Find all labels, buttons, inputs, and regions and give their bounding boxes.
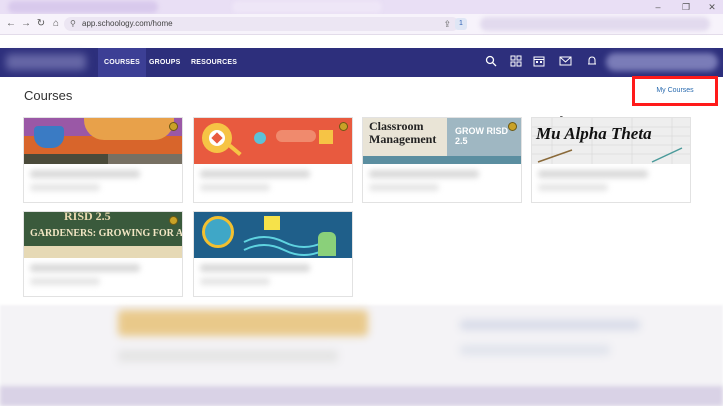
nav-courses[interactable]: COURSES <box>98 48 147 77</box>
hand-icon <box>318 232 336 256</box>
nav-resources[interactable]: RESOURCES <box>185 48 243 77</box>
course-banner: RISD 2.5 GARDENERS: GROWING FOR ALL <box>24 212 182 258</box>
course-banner <box>194 212 352 258</box>
banner-top-text: RISD 2.5 <box>64 212 111 223</box>
course-card[interactable]: Mu Alpha Theta <box>531 117 691 203</box>
banner-subtitle: GROW RISD 2.5 <box>455 126 508 146</box>
course-card[interactable]: RISD 2.5 GARDENERS: GROWING FOR ALL <box>23 211 183 297</box>
blurred-toolbar <box>480 17 710 31</box>
banner-title: GARDENERS: GROWING FOR ALL <box>30 228 182 239</box>
close-icon[interactable]: ✕ <box>701 0 723 14</box>
person-icon <box>254 132 266 144</box>
restore-icon[interactable]: ❐ <box>675 0 697 14</box>
nav-groups[interactable]: GROUPS <box>143 48 187 77</box>
course-section-blurred <box>200 278 270 285</box>
puzzle-icon <box>319 130 333 144</box>
apps-icon[interactable] <box>509 55 523 69</box>
highlight-box: My Courses <box>632 76 718 106</box>
course-card[interactable] <box>193 211 353 297</box>
badge-icon <box>169 122 178 131</box>
course-section-blurred <box>538 184 608 191</box>
course-title-blurred <box>30 264 140 272</box>
course-card[interactable] <box>23 117 183 203</box>
search-icon[interactable] <box>484 55 498 69</box>
course-card[interactable] <box>193 117 353 203</box>
taskbar <box>0 386 723 406</box>
address-bar-row: ← → ↻ ⌂ ⚲ app.schoology.com/home ⇪ 1 <box>0 14 723 35</box>
course-banner: Classroom Management GROW RISD 2.5 <box>363 118 521 164</box>
logo[interactable] <box>6 54 86 70</box>
course-section-blurred <box>30 184 100 191</box>
course-title-blurred <box>200 170 310 178</box>
browser-tab-strip: – ❐ ✕ <box>0 0 723 14</box>
mail-icon[interactable] <box>558 55 572 69</box>
badge-icon <box>339 122 348 131</box>
course-banner: Mu Alpha Theta <box>532 118 690 164</box>
app-header: COURSES GROUPS RESOURCES <box>0 48 723 77</box>
course-card[interactable]: Classroom Management GROW RISD 2.5 <box>362 117 522 203</box>
minimize-icon[interactable]: – <box>647 0 669 14</box>
coffee-cup-icon <box>34 126 64 148</box>
forward-icon[interactable]: → <box>19 17 33 31</box>
course-title-blurred <box>30 170 140 178</box>
course-banner <box>194 118 352 164</box>
banner-title: Mu Alpha Theta <box>536 124 652 143</box>
banner-title: Classroom Management <box>369 119 437 146</box>
course-title-blurred <box>200 264 310 272</box>
home-icon[interactable]: ⌂ <box>49 17 63 31</box>
course-section-blurred <box>369 184 439 191</box>
course-title-blurred <box>538 170 648 178</box>
course-section-blurred <box>200 184 270 191</box>
user-menu[interactable] <box>606 53 718 71</box>
lock-icon: ⚲ <box>70 19 76 28</box>
badge-icon <box>169 216 178 225</box>
reload-icon[interactable]: ↻ <box>34 17 48 31</box>
calendar-icon[interactable] <box>532 55 546 69</box>
url-text[interactable]: app.schoology.com/home <box>82 18 173 30</box>
course-banner <box>24 118 182 164</box>
page-title: Courses <box>24 88 73 103</box>
blurred-tab[interactable] <box>232 1 382 13</box>
my-courses-link[interactable]: My Courses <box>635 79 715 103</box>
extension-icon[interactable]: 1 <box>455 18 467 30</box>
course-section-blurred <box>30 278 100 285</box>
back-icon[interactable]: ← <box>4 17 18 31</box>
blurred-tab[interactable] <box>8 1 158 13</box>
omnibox[interactable]: ⚲ app.schoology.com/home ⇪ 1 <box>64 17 467 31</box>
badge-icon <box>508 122 517 131</box>
share-icon[interactable]: ⇪ <box>443 18 451 30</box>
notifications-icon[interactable] <box>585 55 599 69</box>
course-title-blurred <box>369 170 479 178</box>
